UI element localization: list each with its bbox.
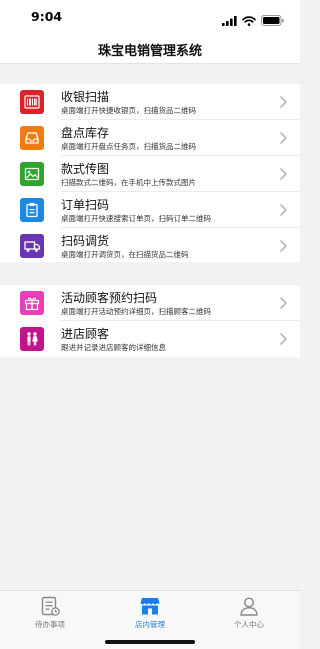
menu-item-subtitle: 桌面端打开盘点任务页，扫描货品二维码 [61,142,196,151]
menu-item-order-scan[interactable]: 订单扫码 桌面端打开快速搜索订单页，扫码订单二维码 [0,192,300,228]
home-indicator [105,640,195,644]
truck-icon [20,234,44,258]
status-bar: 9:04 [0,0,300,34]
menu-item-title: 进店顾客 [61,327,110,341]
tab-label: 个人中心 [234,620,264,629]
chevron-right-icon [280,297,287,309]
menu-item-event-booking-scan[interactable]: 活动顾客预约扫码 桌面端打开活动预约详细页，扫描顾客二维码 [0,285,300,321]
menu-item-title: 盘点库存 [61,126,110,140]
menu-item-title: 收银扫描 [61,90,110,104]
gift-icon [20,291,44,315]
menu-item-cashier-scan[interactable]: 收银扫描 桌面端打开快捷收银页，扫描货品二维码 [0,84,300,120]
menu-section-customers: 活动顾客预约扫码 桌面端打开活动预约详细页，扫描顾客二维码 进店顾客 跟进并记录… [0,285,300,357]
tab-label: 待办事项 [35,620,65,629]
tab-label: 店内管理 [135,620,165,629]
menu-item-transfer-scan[interactable]: 扫码调货 桌面端打开调货页，在扫描货品二维码 [0,228,300,264]
tab-profile[interactable]: 个人中心 [214,595,284,635]
menu-item-inventory-check[interactable]: 盘点库存 桌面端打开盘点任务页，扫描货品二维码 [0,120,300,156]
page-title: 珠宝电销管理系统 [97,44,202,59]
chevron-right-icon [280,132,287,144]
chevron-right-icon [280,240,287,252]
clipboard-icon [20,198,44,222]
status-icons [222,11,284,30]
signal-icon [222,11,237,30]
menu-item-subtitle: 桌面端打开调货页，在扫描货品二维码 [61,250,189,259]
nav-bar: 珠宝电销管理系统 [0,34,300,64]
store-icon [140,598,160,615]
image-icon [20,162,44,186]
menu-item-store-visitors[interactable]: 进店顾客 跟进并记录进店顾客的详细信息 [0,321,300,357]
wifi-icon [242,11,256,30]
chevron-right-icon [280,204,287,216]
menu-item-subtitle: 跟进并记录进店顾客的详细信息 [61,343,166,352]
chevron-right-icon [280,333,287,345]
inbox-icon [20,126,44,150]
menu-item-title: 扫码调货 [61,234,110,248]
chevron-right-icon [280,96,287,108]
battery-icon [261,11,284,30]
menu-item-subtitle: 桌面端打开快捷收银页，扫描货品二维码 [61,106,196,115]
menu-item-subtitle: 桌面端打开活动预约详细页，扫描顾客二维码 [61,307,211,316]
menu-item-title: 活动顾客预约扫码 [61,291,158,305]
barcode-icon [20,90,44,114]
menu-item-title: 款式传图 [61,162,110,176]
person-icon [240,597,258,616]
menu-item-subtitle: 桌面端打开快速搜索订单页，扫码订单二维码 [61,214,211,223]
chevron-right-icon [280,168,287,180]
people-icon [20,327,44,351]
menu-section-tools: 收银扫描 桌面端打开快捷收银页，扫描货品二维码 盘点库存 桌面端打开盘点任务页，… [0,84,300,262]
todo-list-icon [41,596,60,616]
tab-todo[interactable]: 待办事项 [15,595,85,635]
menu-item-subtitle: 扫描款式二维码，在手机中上传款式图片 [61,178,196,187]
menu-item-title: 订单扫码 [61,198,110,212]
tab-store-management[interactable]: 店内管理 [115,595,185,635]
status-time: 9:04 [31,9,63,24]
menu-item-style-upload[interactable]: 款式传图 扫描款式二维码，在手机中上传款式图片 [0,156,300,192]
